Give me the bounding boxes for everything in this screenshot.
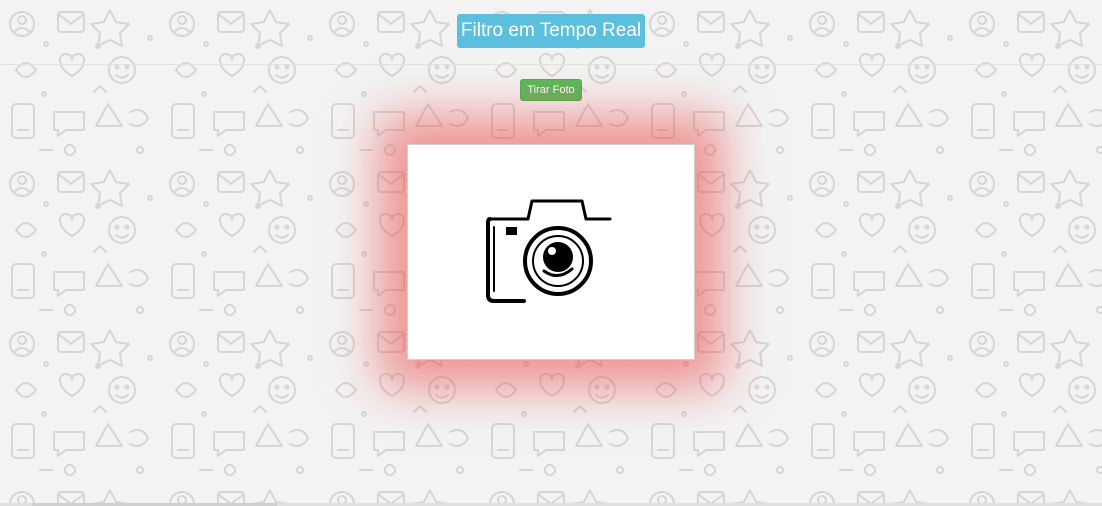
- camera-preview: [407, 144, 695, 360]
- take-photo-button[interactable]: Tirar Foto: [520, 79, 582, 101]
- page-title: Filtro em Tempo Real: [457, 14, 645, 48]
- camera-icon: [486, 199, 612, 303]
